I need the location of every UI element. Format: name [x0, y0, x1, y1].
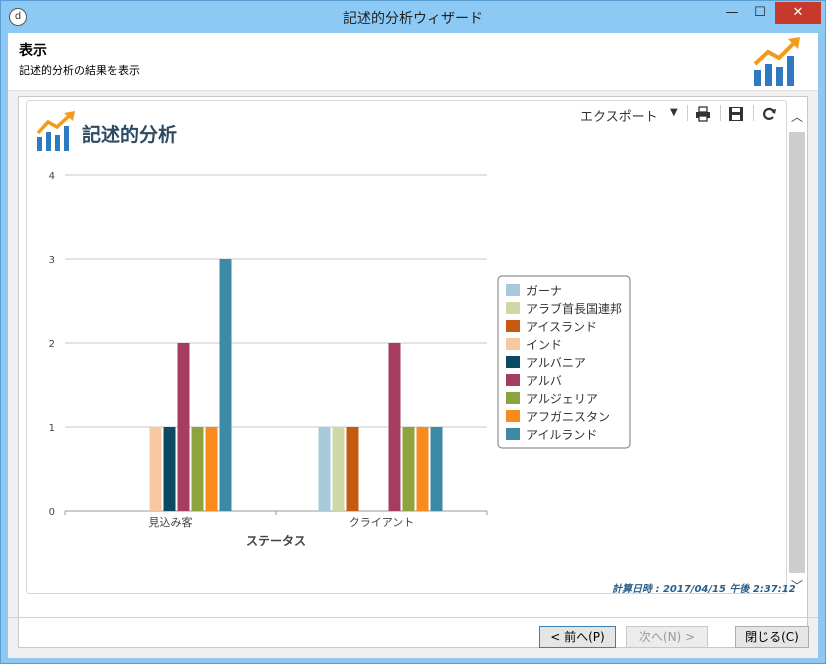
bar — [205, 427, 218, 511]
result-panel: エクスポート ▼ 記述的分析 0 1 2 3 4 見込み客 クライアント ステー… — [18, 96, 808, 648]
y-tick-label: 0 — [49, 507, 55, 518]
scroll-down-icon[interactable]: ﹀ — [788, 577, 806, 595]
maximize-button[interactable]: ☐ — [747, 2, 773, 24]
legend-swatch — [506, 374, 520, 386]
bar — [318, 427, 331, 511]
x-tick-label: 見込み客 — [149, 515, 193, 529]
legend-swatch — [506, 284, 520, 296]
bar — [332, 427, 345, 511]
y-tick-label: 3 — [49, 255, 55, 266]
legend-swatch — [506, 410, 520, 422]
legend-swatch — [506, 428, 520, 440]
calc-timestamp: 計算日時 : 2017/04/15 午後 2:37:12 — [612, 584, 796, 595]
legend-label: アラブ首長国連邦 — [526, 301, 622, 316]
bar — [402, 427, 415, 511]
legend-label: アイスランド — [526, 320, 597, 334]
scroll-thumb[interactable] — [789, 132, 805, 573]
step-subtitle: 記述的分析の結果を表示 — [19, 64, 140, 77]
bar — [346, 427, 359, 511]
legend-swatch — [506, 392, 520, 404]
title-bar: d 記述的分析ウィザード — ☐ ✕ — [1, 1, 825, 33]
next-button[interactable]: 次へ(N) > — [626, 626, 708, 648]
x-tick-label: クライアント — [349, 516, 415, 529]
y-tick-label: 2 — [49, 339, 55, 350]
step-title: 表示 — [19, 43, 47, 59]
close-button[interactable]: 閉じる(C) — [735, 626, 809, 648]
legend-label: ガーナ — [526, 284, 562, 298]
bar — [219, 259, 232, 511]
bar — [149, 427, 162, 511]
report-frame: エクスポート ▼ 記述的分析 0 1 2 3 4 見込み客 クライアント ステー… — [26, 100, 796, 595]
legend-label: アルバ — [526, 374, 562, 388]
legend-swatch — [506, 320, 520, 332]
legend-swatch — [506, 302, 520, 314]
wizard-header: 表示 記述的分析の結果を表示 — [8, 33, 818, 91]
legend-label: アイルランド — [526, 428, 597, 442]
prev-button[interactable]: < 前へ(P) — [539, 626, 616, 648]
window-title: 記述的分析ウィザード — [343, 11, 483, 27]
wizard-client: 表示 記述的分析の結果を表示 エクスポート ▼ 記述的分析 0 1 2 3 4 … — [8, 33, 818, 658]
legend-label: アルバニア — [526, 356, 586, 370]
scroll-up-icon[interactable]: ︿ — [788, 108, 806, 126]
legend-label: アフガニスタン — [526, 410, 610, 424]
analytics-logo-icon — [753, 37, 800, 86]
bar — [416, 427, 429, 511]
footer-divider — [8, 617, 818, 618]
bar — [177, 343, 190, 511]
bar — [388, 343, 401, 511]
x-axis-label: ステータス — [246, 534, 306, 548]
legend-label: インド — [526, 338, 562, 352]
vertical-scrollbar[interactable]: ︿ ﹀ — [788, 97, 806, 607]
bar — [163, 427, 176, 511]
legend-swatch — [506, 338, 520, 350]
minimize-button[interactable]: — — [719, 2, 745, 24]
y-tick-label: 1 — [49, 423, 55, 434]
close-window-button[interactable]: ✕ — [775, 2, 821, 24]
bar — [430, 427, 443, 511]
bar — [191, 427, 204, 511]
legend-label: アルジェリア — [526, 392, 598, 406]
y-tick-label: 4 — [49, 171, 55, 182]
legend-swatch — [506, 356, 520, 368]
bar-chart: 0 1 2 3 4 見込み客 クライアントステータス ガーナアラブ首長国連邦アイスランドインド… — [49, 171, 631, 548]
wizard-window: d 記述的分析ウィザード — ☐ ✕ 表示 記述的分析の結果を表示 エクスポート… — [0, 0, 826, 664]
